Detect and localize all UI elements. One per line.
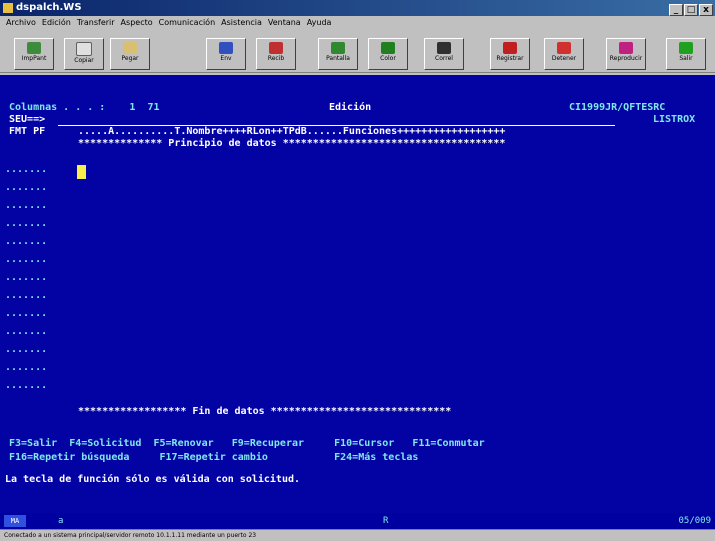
- display-icon: [331, 42, 345, 54]
- seq-line[interactable]: .......: [5, 254, 47, 266]
- seq-line[interactable]: .......: [5, 290, 47, 302]
- minimize-button[interactable]: _: [669, 4, 683, 16]
- receive-button[interactable]: Recib: [256, 38, 296, 70]
- seq-line[interactable]: .......: [5, 272, 47, 284]
- print-screen-icon: [27, 42, 41, 54]
- copy-icon: [76, 42, 92, 56]
- menu-edicion[interactable]: Edición: [39, 16, 74, 30]
- error-message: La tecla de función sólo es válida con s…: [5, 474, 301, 485]
- menu-archivo[interactable]: Archivo: [0, 16, 39, 30]
- seq-line[interactable]: .......: [5, 308, 47, 320]
- toolbar: ImpPant Copiar Pegar Env Recib Pantalla …: [0, 30, 715, 73]
- columns-header: Columnas . . . : 1 71: [9, 102, 160, 113]
- member-name: LISTROX: [653, 114, 696, 125]
- mode-title: Edición: [329, 102, 372, 113]
- title-bar[interactable]: dspalch.WS _ □ x: [0, 0, 715, 16]
- record-button[interactable]: Registrar: [490, 38, 530, 70]
- seq-line[interactable]: .......: [5, 236, 47, 248]
- menu-asistencia[interactable]: Asistencia: [218, 16, 265, 30]
- seq-line[interactable]: .......: [5, 362, 47, 374]
- top-of-data: ************** Principio de datos ******…: [78, 138, 506, 149]
- cursor-position: 05/009: [678, 516, 711, 526]
- play-button[interactable]: Reproducir: [606, 38, 646, 70]
- input-indicator: R: [383, 516, 389, 526]
- paste-button[interactable]: Pegar: [110, 38, 150, 70]
- seq-line[interactable]: .......: [5, 344, 47, 356]
- receive-icon: [269, 42, 283, 54]
- send-button[interactable]: Env: [206, 38, 246, 70]
- menu-transferir[interactable]: Transferir: [74, 16, 118, 30]
- format-ruler: .....A..........T.Nombre++++RLon++TPdB..…: [78, 126, 506, 137]
- exit-icon: [679, 42, 693, 54]
- function-keys-line-1: F3=Salir F4=Solicitud F5=Renovar F9=Recu…: [9, 438, 485, 449]
- correlate-icon: [437, 42, 451, 54]
- seq-line[interactable]: .......: [5, 380, 47, 392]
- menu-aspecto[interactable]: Aspecto: [118, 16, 156, 30]
- menu-ayuda[interactable]: Ayuda: [304, 16, 335, 30]
- terminal-screen[interactable]: Columnas . . . : 1 71 Edición CI1999JR/Q…: [0, 75, 715, 513]
- operator-info-area: MA a R 05/009: [0, 513, 715, 529]
- seq-line[interactable]: .......: [5, 200, 47, 212]
- seq-line[interactable]: .......: [5, 326, 47, 338]
- maximize-button[interactable]: □: [684, 4, 698, 16]
- status-bar: Conectado a un sistema principal/servido…: [0, 529, 715, 540]
- seu-prompt: SEU==>: [9, 114, 46, 125]
- close-button[interactable]: x: [699, 4, 713, 16]
- stop-icon: [557, 42, 571, 54]
- menu-bar: Archivo Edición Transferir Aspecto Comunicac…: [0, 16, 715, 30]
- menu-comunicacion[interactable]: Comunicación: [156, 16, 219, 30]
- seq-line[interactable]: .......: [5, 182, 47, 194]
- stop-button[interactable]: Detener: [544, 38, 584, 70]
- menu-ventana[interactable]: Ventana: [265, 16, 304, 30]
- session-id: a: [58, 516, 64, 526]
- impant-button[interactable]: ImpPant: [14, 38, 54, 70]
- end-of-data: ****************** Fin de datos ********…: [78, 406, 452, 417]
- function-keys-line-2: F16=Repetir búsqueda F17=Repetir cambio …: [9, 452, 419, 463]
- exit-button[interactable]: Salir: [666, 38, 706, 70]
- copy-button[interactable]: Copiar: [64, 38, 104, 70]
- fmt-label: FMT PF: [9, 126, 46, 137]
- paste-icon: [123, 42, 137, 54]
- session-indicator: MA: [4, 515, 26, 527]
- source-file: CI1999JR/QFTESRC: [569, 102, 666, 113]
- send-icon: [219, 42, 233, 54]
- play-macro-icon: [619, 42, 633, 54]
- display-button[interactable]: Pantalla: [318, 38, 358, 70]
- seq-line[interactable]: .......: [5, 164, 47, 176]
- color-button[interactable]: Color: [368, 38, 408, 70]
- color-icon: [381, 42, 395, 54]
- record-macro-icon: [503, 42, 517, 54]
- text-cursor: [77, 165, 86, 179]
- app-icon: [3, 3, 13, 13]
- window-title: dspalch.WS: [16, 2, 82, 13]
- correl-button[interactable]: Correl: [424, 38, 464, 70]
- seq-line[interactable]: .......: [5, 218, 47, 230]
